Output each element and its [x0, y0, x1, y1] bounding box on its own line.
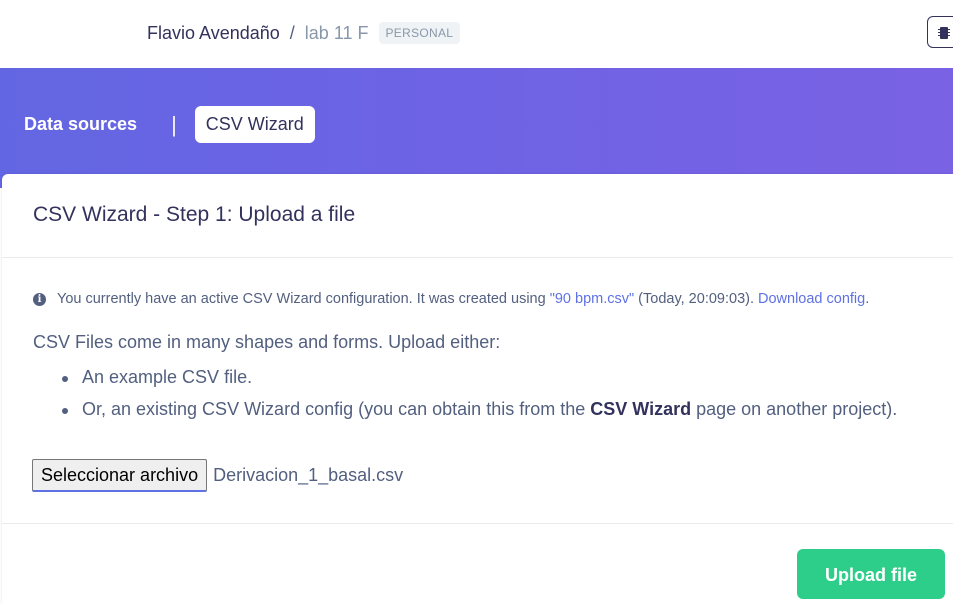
active-config-notice: i You currently have an active CSV Wizar… [33, 291, 869, 307]
upload-options-list: An example CSV file. Or, an existing CSV… [60, 367, 897, 431]
chip-menu-button[interactable] [927, 16, 953, 48]
card-title: CSV Wizard - Step 1: Upload a file [33, 203, 356, 226]
nav-csv-wizard[interactable]: CSV Wizard [194, 106, 315, 143]
choose-file-button[interactable]: Seleccionar archivo [32, 459, 208, 492]
nav-divider: | [171, 111, 177, 137]
csv-wizard-card: CSV Wizard - Step 1: Upload a file i You… [2, 174, 953, 604]
option-example-csv: An example CSV file. [82, 367, 253, 387]
breadcrumb: Flavio Avendaño / lab 11 F PERSONAL [147, 22, 461, 44]
notice-suffix: . [865, 291, 870, 307]
intro-text: CSV Files come in many shapes and forms.… [33, 332, 501, 352]
divider [2, 257, 953, 258]
nav-data-sources[interactable]: Data sources [24, 114, 137, 135]
notice-prefix: You currently have an active CSV Wizard … [57, 291, 550, 307]
selected-file-name: Derivacion_1_basal.csv [213, 465, 404, 485]
personal-badge: PERSONAL [378, 22, 461, 44]
list-item: Or, an existing CSV Wizard config (you c… [60, 399, 897, 431]
divider [2, 523, 953, 524]
breadcrumb-separator: / [289, 22, 295, 43]
config-file-link[interactable]: "90 bpm.csv" [550, 291, 634, 307]
download-config-link[interactable]: Download config [758, 291, 865, 307]
breadcrumb-project[interactable]: lab 11 F [305, 23, 369, 44]
option-config-suffix: page on another project). [691, 399, 898, 419]
section-nav: Data sources | CSV Wizard [24, 106, 315, 143]
notice-middle: (Today, 20:09:03). [634, 291, 759, 307]
info-icon: i [33, 292, 46, 306]
page-navigation-band: Data sources | CSV Wizard [0, 68, 953, 188]
list-item: An example CSV file. [60, 367, 897, 399]
option-config-prefix: Or, an existing CSV Wizard config (you c… [82, 399, 591, 419]
file-input: Seleccionar archivo Derivacion_1_basal.c… [32, 459, 403, 492]
option-config-bold: CSV Wizard [590, 399, 692, 419]
top-header: Flavio Avendaño / lab 11 F PERSONAL [0, 0, 953, 68]
breadcrumb-user[interactable]: Flavio Avendaño [147, 23, 280, 44]
